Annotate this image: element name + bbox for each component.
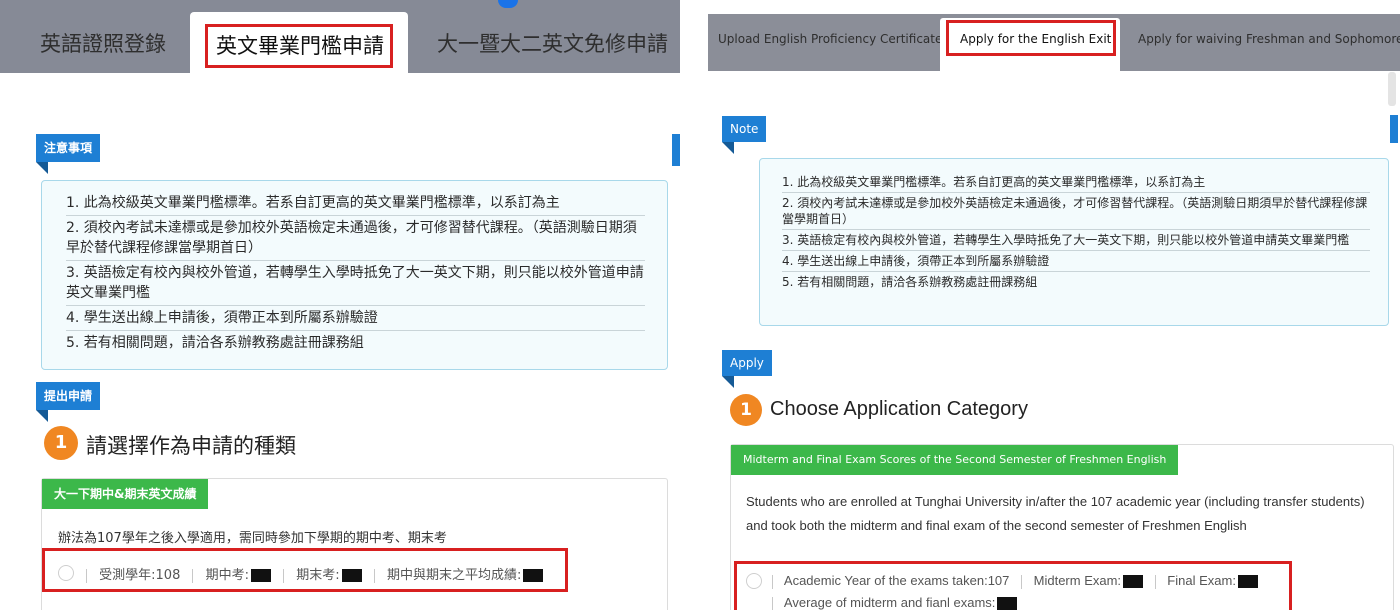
ribbon-fold — [36, 162, 48, 174]
note-header: Note — [722, 116, 767, 142]
apply-header: Apply — [722, 350, 772, 376]
ribbon-fold — [722, 142, 734, 154]
category-label: 大一下期中&期末英文成績 — [42, 479, 209, 509]
section-edge-marker — [1390, 115, 1398, 143]
category-label: Midterm and Final Exam Scores of the Sec… — [731, 445, 1179, 475]
highlight-box — [734, 561, 1292, 610]
left-screenshot-panel: 英語證照登錄 英文畢業門檻申請 大一暨大二英文免修申請 注意事項 1. 此為校級… — [0, 0, 680, 610]
highlight-box — [205, 24, 393, 68]
highlight-box — [946, 20, 1116, 56]
note-item-4: 4. 學生送出線上申請後，須帶正本到所屬系辦驗證 — [782, 251, 1370, 272]
category-description: 辦法為107學年之後入學適用，需同時參加下學期的期中考、期末考 — [58, 531, 447, 546]
category-description: Students who are enrolled at Tunghai Uni… — [746, 494, 1365, 533]
ribbon-fold — [36, 410, 48, 422]
note-item-5: 5. 若有相關問題，請洽各系辦教務處註冊課務組 — [782, 275, 1038, 289]
note-header: 注意事項 — [36, 134, 101, 162]
notes-box: 1. 此為校級英文畢業門檻標準。若系自訂更高的英文畢業門檻標準，以系訂為主 2.… — [759, 158, 1389, 326]
right-screenshot-panel: Upload English Proficiency Certificate A… — [708, 0, 1400, 610]
highlight-box — [42, 548, 568, 592]
note-item-1: 1. 此為校級英文畢業門檻標準。若系自訂更高的英文畢業門檻標準，以系訂為主 — [66, 191, 645, 216]
step-number-badge: 1 — [730, 394, 762, 426]
tab-certificate-upload[interactable]: 英語證照登錄 — [40, 28, 166, 58]
note-item-2: 2. 須校內考試未達標或是參加校外英語檢定未通過後，才可修習替代課程。（英語測驗… — [66, 216, 645, 261]
note-item-1: 1. 此為校級英文畢業門檻標準。若系自訂更高的英文畢業門檻標準，以系訂為主 — [782, 172, 1370, 193]
step-number-badge: 1 — [44, 426, 78, 460]
note-item-2: 2. 須校內考試未達標或是參加校外英語檢定未通過後，才可修習替代課程。（英語測驗… — [782, 193, 1370, 230]
section-edge-marker — [672, 134, 680, 166]
tab-waiver-application[interactable]: Apply for waiving Freshman and Sophomore… — [1138, 32, 1400, 46]
note-item-4: 4. 學生送出線上申請後，須帶正本到所屬系辦驗證 — [66, 306, 645, 331]
ribbon-fold — [722, 376, 734, 388]
note-item-3: 3. 英語檢定有校內與校外管道，若轉學生入學時抵免了大一英文下期，則只能以校外管… — [66, 261, 645, 306]
scrollbar[interactable] — [1388, 72, 1396, 106]
note-item-5: 5. 若有相關問題，請洽各系辦教務處註冊課務組 — [66, 335, 364, 351]
note-item-3: 3. 英語檢定有校內與校外管道，若轉學生入學時抵免了大一英文下期，則只能以校外管… — [782, 230, 1370, 251]
apply-header: 提出申請 — [36, 382, 101, 410]
step-title: Choose Application Category — [770, 398, 1028, 420]
step-title: 請選擇作為申請的種類 — [86, 434, 296, 458]
tab-certificate-upload[interactable]: Upload English Proficiency Certificate — [718, 32, 942, 46]
notes-box: 1. 此為校級英文畢業門檻標準。若系自訂更高的英文畢業門檻標準，以系訂為主 2.… — [41, 180, 668, 370]
tab-waiver-application[interactable]: 大一暨大二英文免修申請 — [437, 28, 668, 58]
